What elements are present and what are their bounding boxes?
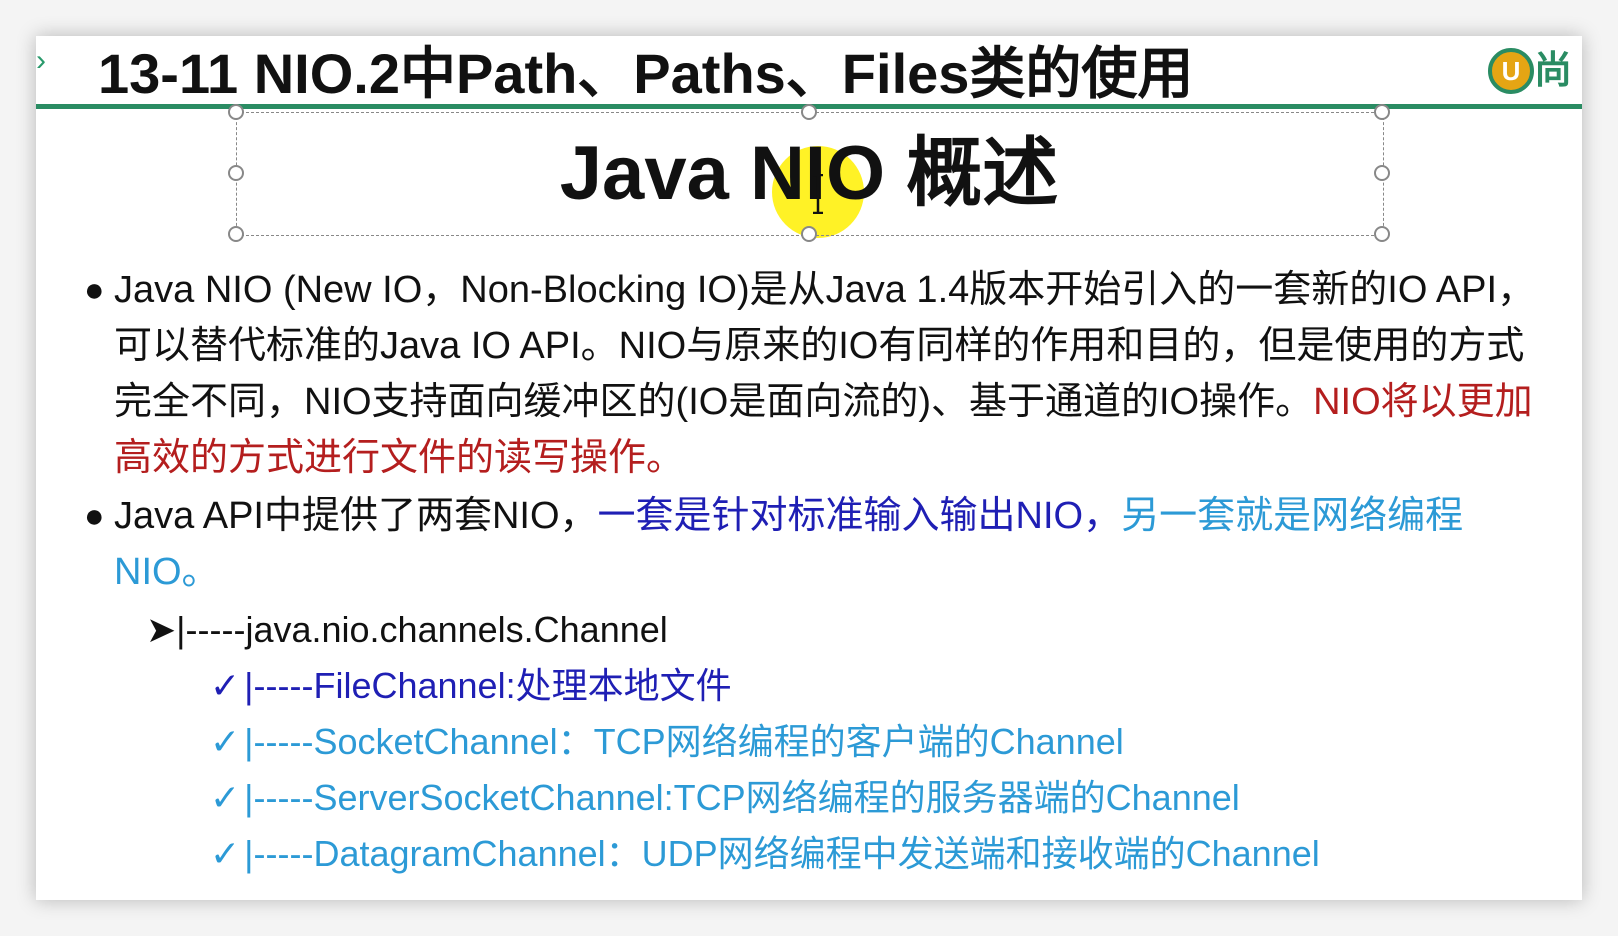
channel-root-item: ➤|-----java.nio.channels.Channel: [146, 602, 1320, 658]
channel-list-item: ✓ |-----SocketChannel：TCP网络编程的客户端的Channel: [146, 714, 1320, 770]
bullet-text: Java API中提供了两套NIO，: [114, 495, 598, 537]
slide-body: ● Java NIO (New IO，Non-Blocking IO)是从Jav…: [84, 262, 1544, 602]
chevron-right-icon: ›: [36, 44, 46, 77]
arrow-right-icon: ➤: [146, 609, 177, 650]
slide-title-bar: › 13-11 NIO.2中Path、Paths、Files类的使用 U 尚: [36, 36, 1582, 112]
channel-hierarchy: ➤|-----java.nio.channels.Channel ✓ |-----…: [146, 602, 1320, 882]
logo-text: 尚: [1534, 50, 1573, 92]
resize-handle-bottom-left[interactable]: [228, 226, 244, 242]
checkmark-icon: ✓: [210, 833, 241, 874]
channel-label: |-----ServerSocketChannel:TCP网络编程的服务器端的C…: [244, 777, 1240, 818]
checkmark-icon: ✓: [210, 721, 241, 762]
checkmark-icon: ✓: [210, 665, 241, 706]
channel-list-item: ✓ |-----FileChannel:处理本地文件: [146, 658, 1320, 714]
presentation-window: › 13-11 NIO.2中Path、Paths、Files类的使用 U 尚 J…: [36, 36, 1582, 900]
resize-handle-bottom-right[interactable]: [1374, 226, 1390, 242]
logo-icon: U: [1488, 48, 1534, 94]
bullet-dot-icon: ●: [84, 271, 105, 309]
channel-root-label: |-----java.nio.channels.Channel: [176, 609, 668, 650]
channel-label: |-----DatagramChannel：UDP网络编程中发送端和接收端的Ch…: [244, 833, 1320, 874]
channel-list-item: ✓ |-----DatagramChannel：UDP网络编程中发送端和接收端的C…: [146, 826, 1320, 882]
resize-handle-top-left[interactable]: [228, 104, 244, 120]
resize-handle-top-right[interactable]: [1374, 104, 1390, 120]
text-cursor-icon: [813, 174, 823, 214]
bullet-item: ● Java NIO (New IO，Non-Blocking IO)是从Jav…: [84, 262, 1544, 486]
channel-label: |-----FileChannel:处理本地文件: [244, 665, 732, 706]
slide-title: 13-11 NIO.2中Path、Paths、Files类的使用: [98, 42, 1194, 105]
resize-handle-bottom-center[interactable]: [801, 226, 817, 242]
bullet-item: ● Java API中提供了两套NIO，一套是针对标准输入输出NIO，另一套就是…: [84, 488, 1544, 600]
resize-handle-top-center[interactable]: [801, 104, 817, 120]
checkmark-icon: ✓: [210, 777, 241, 818]
bullet-dot-icon: ●: [84, 497, 105, 535]
channel-list-item: ✓ |-----ServerSocketChannel:TCP网络编程的服务器端的…: [146, 770, 1320, 826]
channel-label: |-----SocketChannel：TCP网络编程的客户端的Channel: [244, 721, 1124, 762]
slide-subtitle[interactable]: Java NIO 概述: [236, 126, 1382, 222]
bullet-highlight-blue: 一套是针对标准输入输出NIO，: [597, 495, 1122, 537]
